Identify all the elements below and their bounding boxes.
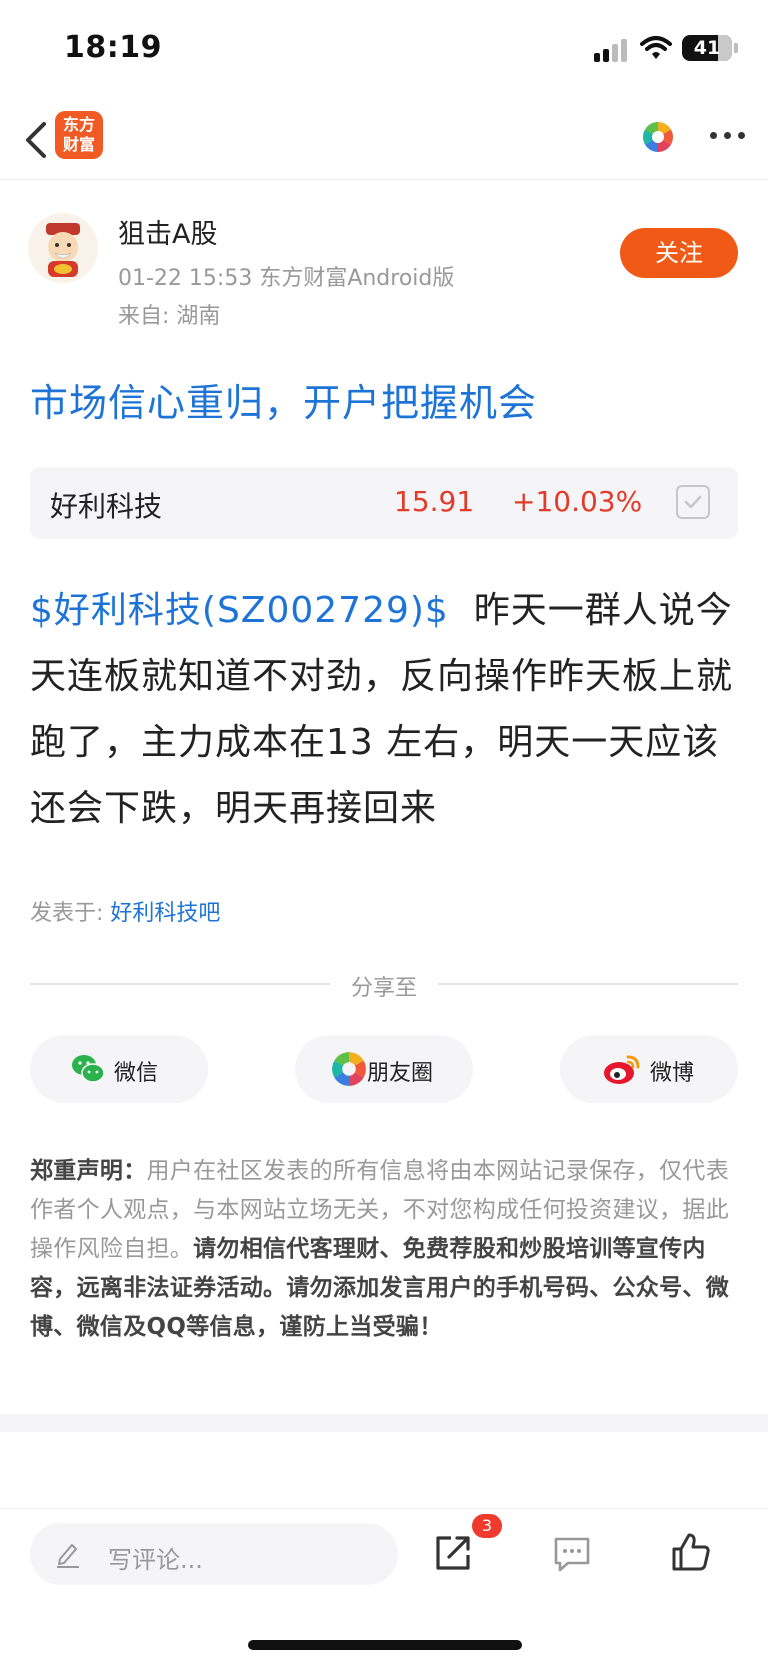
author-name[interactable]: 狙击A股 — [118, 212, 217, 251]
battery-level: 41 — [693, 37, 721, 59]
stock-quote-card[interactable]: 好利科技 15.91 +10.03% — [30, 467, 738, 539]
stock-tag-link[interactable]: $好利科技(SZ002729)$ — [30, 590, 449, 631]
share-weibo-button[interactable]: 微博 — [560, 1035, 738, 1103]
thumbs-up-icon[interactable] — [670, 1531, 712, 1573]
share-weibo-label: 微博 — [650, 1061, 695, 1086]
post-location: 来自: 湖南 — [118, 304, 221, 329]
disclaimer: 郑重声明：用户在社区发表的所有信息将由本网站记录保存，仅代表作者个人观点，与本网… — [30, 1152, 742, 1347]
nav-bar: 东方 财富 — [0, 100, 768, 180]
cellular-signal-icon — [594, 38, 630, 62]
post-timestamp-source: 01-22 15:53 东方财富Android版 — [118, 266, 455, 291]
posted-in: 发表于: 好利科技吧 — [30, 895, 220, 927]
share-wechat-label: 微信 — [114, 1061, 159, 1086]
section-divider — [0, 1414, 768, 1432]
comment-placeholder: 写评论... — [108, 1546, 203, 1574]
post-title[interactable]: 市场信心重归，开户把握机会 — [30, 372, 537, 427]
stock-price: 15.91 — [394, 485, 475, 518]
avatar-image — [28, 213, 98, 283]
post-body: $好利科技(SZ002729)$ 昨天一群人说今天连板就知道不对劲，反向操作昨天… — [30, 578, 742, 842]
add-watchlist-checkbox[interactable] — [676, 485, 710, 519]
follow-button[interactable]: 关注 — [620, 228, 738, 278]
home-indicator — [248, 1640, 522, 1650]
bottom-action-bar: 写评论... 3 — [0, 1508, 768, 1663]
battery-icon: 41 — [682, 35, 732, 61]
status-time: 18:19 — [64, 30, 162, 65]
forum-link[interactable]: 好利科技吧 — [110, 901, 220, 926]
share-label: 分享至 — [350, 976, 417, 1001]
share-moments-button[interactable]: 朋友圈 — [295, 1035, 473, 1103]
status-bar: 18:19 41 — [0, 0, 768, 100]
stock-change: +10.03% — [512, 485, 643, 518]
disclaimer-heading: 郑重声明： — [30, 1158, 147, 1184]
check-icon — [684, 495, 702, 509]
wifi-icon — [640, 36, 672, 59]
comment-icon[interactable] — [552, 1535, 592, 1573]
moments-share-icon[interactable] — [642, 121, 674, 153]
comment-input[interactable]: 写评论... — [30, 1523, 398, 1585]
posted-in-label: 发表于: — [30, 901, 111, 926]
share-divider: 分享至 — [30, 970, 738, 1010]
pencil-icon — [57, 1544, 79, 1568]
share-icon[interactable] — [433, 1533, 473, 1573]
stock-name: 好利科技 — [50, 490, 163, 523]
share-count-badge: 3 — [472, 1514, 502, 1538]
share-moments-label: 朋友圈 — [367, 1061, 434, 1086]
more-menu-icon[interactable] — [710, 130, 746, 142]
moments-icon — [332, 1052, 366, 1086]
eastmoney-logo: 东方 财富 — [55, 111, 103, 159]
weibo-icon — [604, 1055, 640, 1084]
wechat-icon — [72, 1055, 105, 1083]
avatar[interactable] — [28, 213, 98, 283]
back-arrow-icon[interactable] — [18, 118, 58, 162]
share-wechat-button[interactable]: 微信 — [30, 1035, 208, 1103]
